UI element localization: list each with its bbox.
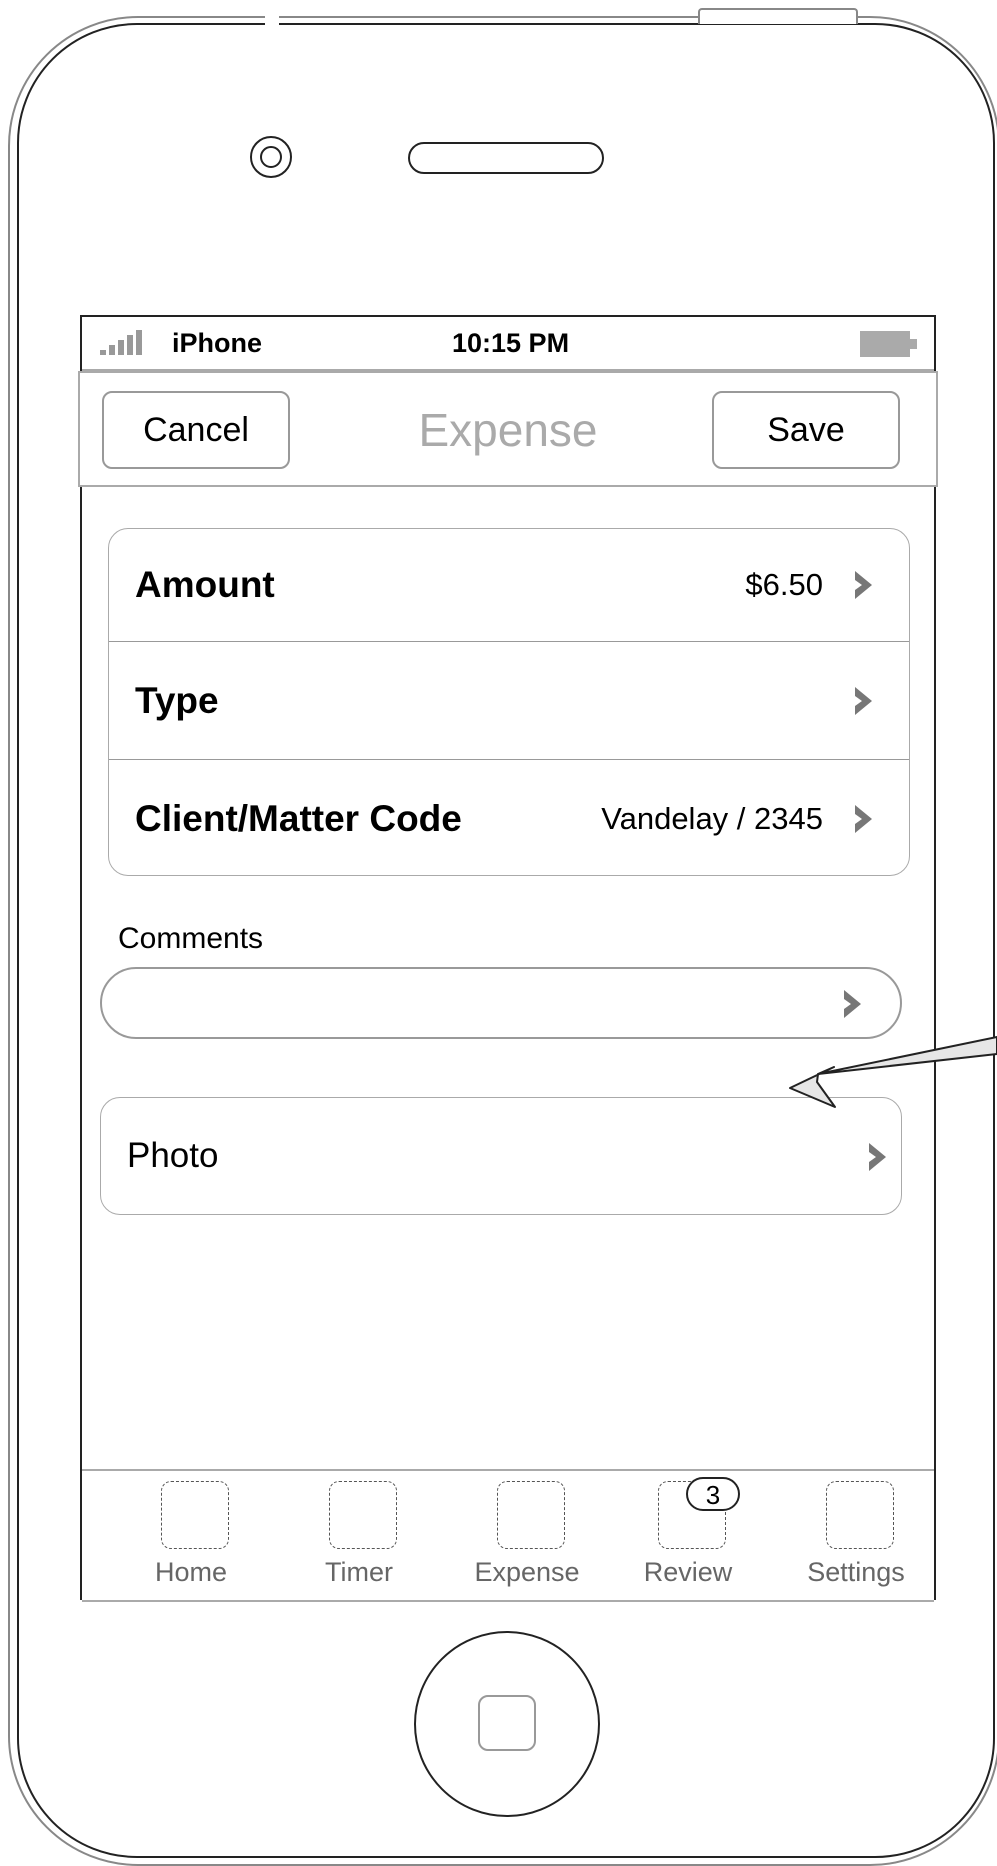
power-button	[698, 8, 858, 24]
tab-bar: Home Timer Expense 3 Review Settings	[82, 1469, 934, 1602]
placeholder-icon	[826, 1481, 894, 1549]
placeholder-icon	[161, 1481, 229, 1549]
type-row[interactable]: Type	[109, 641, 909, 760]
carrier-label: iPhone	[172, 328, 263, 358]
comments-field[interactable]	[100, 967, 902, 1039]
tab-label: Home	[154, 1557, 228, 1587]
tab-expense[interactable]: Expense	[462, 1481, 592, 1596]
tab-label: Review	[643, 1557, 733, 1587]
tab-label: Settings	[807, 1557, 905, 1587]
type-label: Type	[135, 680, 219, 721]
signal-strength-icon	[100, 330, 142, 355]
photo-label: Photo	[127, 1136, 219, 1175]
status-time: 10:15 PM	[452, 328, 570, 358]
expense-details-group: Amount $6.50 Type Client/Matter Code Van…	[108, 528, 910, 876]
chevron-right-icon	[855, 571, 872, 599]
front-camera	[250, 136, 292, 178]
frame-notch	[265, 14, 279, 28]
save-button[interactable]: Save	[712, 391, 900, 469]
chevron-right-icon	[869, 1143, 886, 1171]
tab-timer[interactable]: Timer	[294, 1481, 424, 1596]
amount-label: Amount	[135, 564, 275, 605]
tab-home[interactable]: Home	[126, 1481, 256, 1596]
status-bar: iPhone 10:15 PM	[82, 317, 934, 371]
chevron-right-icon	[855, 687, 872, 715]
tab-label: Timer	[325, 1557, 393, 1587]
placeholder-icon	[497, 1481, 565, 1549]
client-matter-code-label: Client/Matter Code	[135, 798, 462, 839]
screen: iPhone 10:15 PM Cancel Expense Save Amou…	[78, 315, 938, 1602]
photo-row[interactable]: Photo	[100, 1097, 902, 1215]
placeholder-icon	[329, 1481, 397, 1549]
client-matter-code-row[interactable]: Client/Matter Code Vandelay / 2345	[109, 759, 909, 875]
navigation-bar: Cancel Expense Save	[78, 371, 938, 487]
comments-label: Comments	[118, 922, 264, 955]
notification-badge: 3	[686, 1477, 740, 1511]
client-matter-code-value: Vandelay / 2345	[601, 801, 823, 836]
battery-icon	[860, 331, 917, 357]
chevron-right-icon	[855, 805, 872, 833]
tab-settings[interactable]: Settings	[791, 1481, 921, 1596]
chevron-right-icon	[844, 990, 861, 1018]
amount-row[interactable]: Amount $6.50	[109, 529, 909, 641]
home-button[interactable]	[414, 1631, 600, 1817]
earpiece-speaker	[408, 142, 604, 174]
amount-value: $6.50	[745, 567, 823, 602]
tab-review[interactable]: 3 Review	[623, 1477, 753, 1596]
tab-label: Expense	[474, 1557, 580, 1587]
